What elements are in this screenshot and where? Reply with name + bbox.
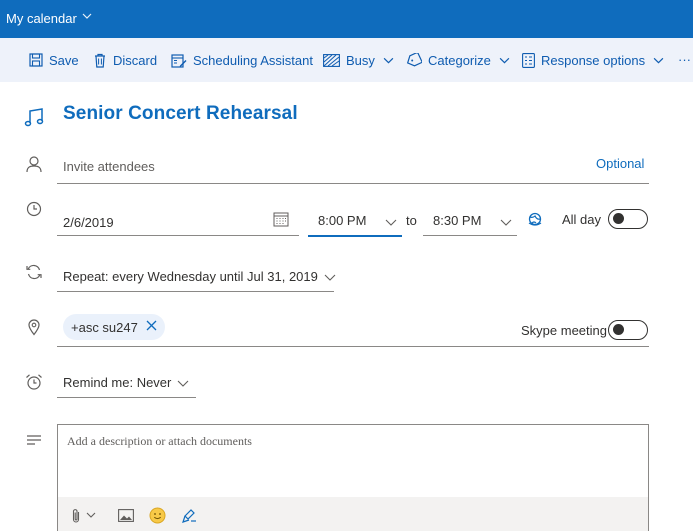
date-underline xyxy=(57,235,299,236)
command-toolbar: Save Discard Scheduling Assistant Busy C… xyxy=(0,38,693,82)
discard-button[interactable]: Discard xyxy=(93,38,157,82)
busy-status-icon xyxy=(323,53,340,67)
description-toolbar xyxy=(58,497,648,531)
more-options-button[interactable]: ··· xyxy=(678,38,691,82)
toggle-knob xyxy=(613,324,624,335)
response-options-icon xyxy=(522,52,535,68)
description-editor[interactable]: Add a description or attach documents xyxy=(57,424,649,531)
chevron-down-icon[interactable] xyxy=(385,214,397,232)
reminder-underline xyxy=(57,397,196,398)
save-label: Save xyxy=(49,52,79,68)
location-pill-label: +asc su247 xyxy=(71,319,138,335)
reminder-label: Remind me: Never xyxy=(63,375,172,390)
format-painter-icon xyxy=(182,508,196,523)
location-underline xyxy=(57,346,649,347)
end-time-underline xyxy=(423,235,517,236)
chevron-down-icon xyxy=(82,0,92,38)
response-options-dropdown[interactable]: Response options xyxy=(522,38,664,82)
skype-meeting-label: Skype meeting xyxy=(521,323,607,338)
calendar-picker-icon[interactable] xyxy=(273,211,289,232)
clock-icon xyxy=(22,197,46,221)
emoji-icon xyxy=(149,507,166,523)
scheduling-assistant-button[interactable]: Scheduling Assistant xyxy=(171,38,313,82)
chevron-down-icon xyxy=(86,512,96,518)
discard-label: Discard xyxy=(113,52,158,68)
chevron-down-icon xyxy=(499,57,510,64)
paperclip-icon xyxy=(72,508,80,523)
attendees-underline xyxy=(57,183,649,184)
image-icon xyxy=(118,508,134,522)
start-time-select[interactable]: 8:00 PM xyxy=(318,213,366,228)
trash-icon xyxy=(95,53,105,68)
calendar-name: My calendar xyxy=(6,11,77,26)
response-options-label: Response options xyxy=(541,52,646,68)
busy-label: Busy xyxy=(346,52,375,68)
repeat-underline xyxy=(57,291,334,292)
music-note-icon xyxy=(22,106,46,130)
event-title[interactable]: Senior Concert Rehearsal xyxy=(63,103,298,125)
chevron-down-icon[interactable] xyxy=(500,214,512,232)
invite-attendees-input[interactable]: Invite attendees xyxy=(63,159,155,174)
all-day-label: All day xyxy=(562,212,602,227)
repeat-label: Repeat: every Wednesday until Jul 31, 20… xyxy=(63,269,318,284)
insert-image-button[interactable] xyxy=(118,506,134,524)
attach-button[interactable] xyxy=(71,506,96,524)
optional-attendees-link[interactable]: Optional xyxy=(596,156,644,171)
time-zone-globe-icon[interactable] xyxy=(527,211,543,232)
start-date-input[interactable]: 2/6/2019 xyxy=(63,215,114,230)
remove-location-icon[interactable] xyxy=(146,319,157,335)
busy-dropdown[interactable]: Busy xyxy=(323,38,394,82)
scheduling-assistant-label: Scheduling Assistant xyxy=(193,52,313,68)
repeat-icon xyxy=(22,260,46,284)
time-separator: to xyxy=(406,213,417,228)
location-pin-icon xyxy=(22,315,46,339)
skype-meeting-toggle[interactable] xyxy=(608,320,648,340)
calendar-header-bar: My calendar xyxy=(0,0,693,38)
end-time-select[interactable]: 8:30 PM xyxy=(433,213,481,228)
description-lines-icon xyxy=(22,428,46,452)
alarm-clock-icon xyxy=(22,370,46,394)
save-icon xyxy=(29,53,43,67)
emoji-button[interactable] xyxy=(149,506,166,524)
format-painter-button[interactable] xyxy=(181,506,197,524)
chevron-down-icon xyxy=(383,57,394,64)
calendar-selector[interactable]: My calendar xyxy=(6,0,92,38)
all-day-toggle[interactable] xyxy=(608,209,648,229)
chevron-down-icon xyxy=(177,380,189,387)
tag-icon xyxy=(406,53,422,67)
calendar-edit-icon xyxy=(171,53,187,68)
start-time-underline xyxy=(308,235,402,237)
categorize-dropdown[interactable]: Categorize xyxy=(406,38,510,82)
chevron-down-icon xyxy=(653,57,664,64)
save-button[interactable]: Save xyxy=(29,38,79,82)
person-icon xyxy=(22,152,46,176)
chevron-down-icon xyxy=(324,274,336,281)
location-pill[interactable]: +asc su247 xyxy=(63,314,165,340)
description-placeholder: Add a description or attach documents xyxy=(67,434,252,448)
categorize-label: Categorize xyxy=(428,52,491,68)
repeat-dropdown[interactable]: Repeat: every Wednesday until Jul 31, 20… xyxy=(63,269,336,284)
reminder-dropdown[interactable]: Remind me: Never xyxy=(63,375,189,390)
toggle-knob xyxy=(613,213,624,224)
